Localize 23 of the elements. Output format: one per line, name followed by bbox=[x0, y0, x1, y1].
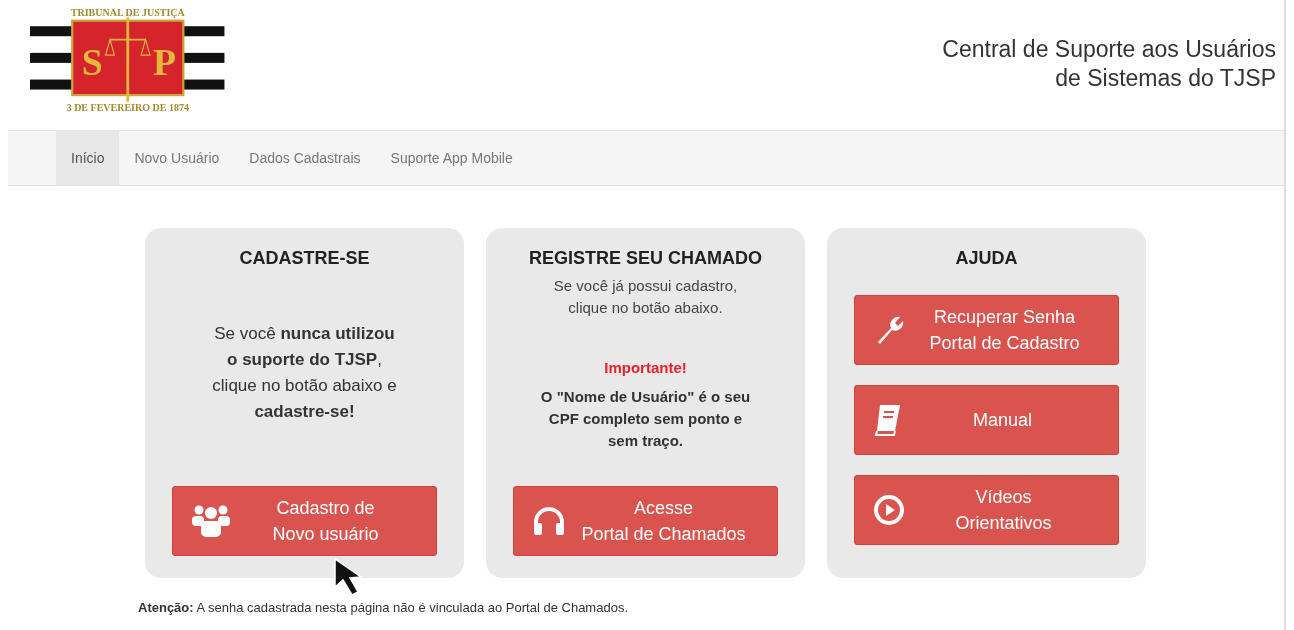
action-button[interactable]: Manual bbox=[854, 385, 1119, 455]
headphones-icon bbox=[532, 505, 566, 537]
card-title: AJUDA bbox=[955, 248, 1018, 269]
action-button[interactable]: Cadastro de Novo usuário bbox=[172, 486, 437, 556]
court-logo: TRIBUNAL DE JUSTIÇA S P 3 DE FEVEREIRO DE 1874 bbox=[30, 6, 230, 112]
book-icon bbox=[873, 403, 903, 437]
notice-text: Atenção: A senha cadastrada nesta página não é vinculada ao Portal de Chamados. bbox=[138, 600, 629, 615]
users-icon bbox=[191, 504, 231, 538]
username-note: O "Nome de Usuário" é o seu CPF completo sem ponto e sem traço. bbox=[540, 387, 751, 451]
action-button[interactable]: Acesse Portal de Chamados bbox=[513, 486, 778, 556]
nav-tab[interactable]: Novo Usuário bbox=[119, 131, 235, 185]
play-icon bbox=[873, 494, 905, 526]
card-description: Se você nunca utilizou o suporte do TJSP, clique no botão abaixo e cadastre-se! bbox=[212, 323, 397, 423]
card-description: Se você já possui cadastro, clique no botão abaixo. bbox=[553, 276, 738, 318]
action-button[interactable]: Recuperar Senha Portal de Cadastro bbox=[854, 295, 1119, 365]
nav-tab[interactable]: Dados Cadastrais bbox=[234, 131, 376, 185]
important-label: Importante! bbox=[604, 359, 687, 376]
card-title: CADASTRE-SE bbox=[239, 248, 370, 269]
nav-tab[interactable]: Suporte App Mobile bbox=[375, 131, 528, 185]
nav-tab[interactable]: Início bbox=[56, 131, 120, 185]
card-title: REGISTRE SEU CHAMADO bbox=[529, 248, 762, 269]
action-button[interactable]: Vídeos Orientativos bbox=[854, 475, 1119, 545]
site-title: Central de Suporte aos Usuários de Sistemas do TJSP bbox=[942, 35, 1276, 93]
